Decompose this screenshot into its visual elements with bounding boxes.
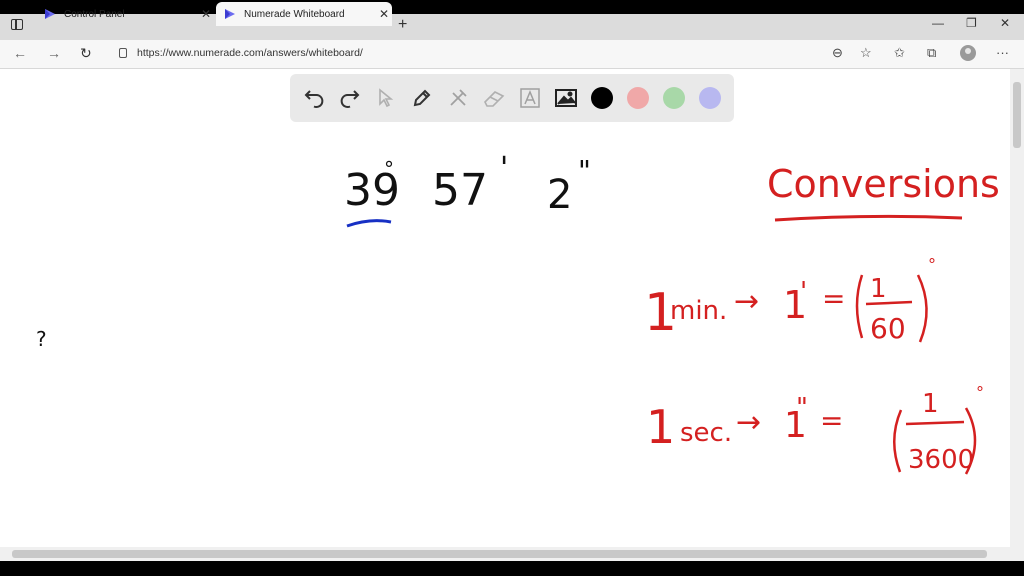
row2-sup: ° bbox=[976, 383, 984, 402]
row1-denominator: 60 bbox=[870, 312, 906, 345]
row2-equals: = bbox=[820, 404, 843, 437]
row1-arrow: → bbox=[734, 284, 759, 319]
row1-mark: ' bbox=[800, 277, 807, 307]
row2-fraction-bar bbox=[905, 420, 965, 426]
row2-mark: " bbox=[796, 393, 808, 423]
conversions-title: Conversions bbox=[767, 162, 1000, 206]
angle-seconds: 2 bbox=[547, 172, 572, 218]
row1-equals: = bbox=[822, 282, 845, 315]
row2-arrow: → bbox=[736, 405, 761, 440]
row2-numerator: 1 bbox=[922, 389, 939, 419]
horizontal-scroll-thumb[interactable] bbox=[12, 550, 987, 558]
row2-unit: sec. bbox=[680, 418, 732, 448]
row1-right-paren bbox=[916, 274, 928, 343]
row1-numerator: 1 bbox=[870, 274, 887, 304]
vertical-scroll-thumb[interactable] bbox=[1013, 82, 1021, 148]
row2-one: 1 bbox=[646, 400, 675, 454]
row2-left-paren bbox=[893, 409, 903, 473]
angle-minutes: 57 bbox=[432, 165, 488, 216]
second-mark: " bbox=[578, 154, 591, 187]
row1-sup: ° bbox=[928, 255, 936, 274]
minute-mark: ' bbox=[500, 151, 508, 186]
title-underline bbox=[774, 214, 963, 222]
row1-left-paren bbox=[855, 274, 864, 339]
blue-underline bbox=[346, 219, 392, 228]
row2-denominator: 3600 bbox=[908, 445, 974, 475]
whiteboard-ink-layer: 39 ° 57 ' 2 " ? Conversions 1 min. → 1 '… bbox=[36, 151, 1000, 475]
degree-mark: ° bbox=[384, 157, 394, 181]
row1-unit: min. bbox=[670, 296, 727, 326]
stray-mark: ? bbox=[36, 327, 47, 351]
screen-bottom-border bbox=[0, 561, 1024, 576]
